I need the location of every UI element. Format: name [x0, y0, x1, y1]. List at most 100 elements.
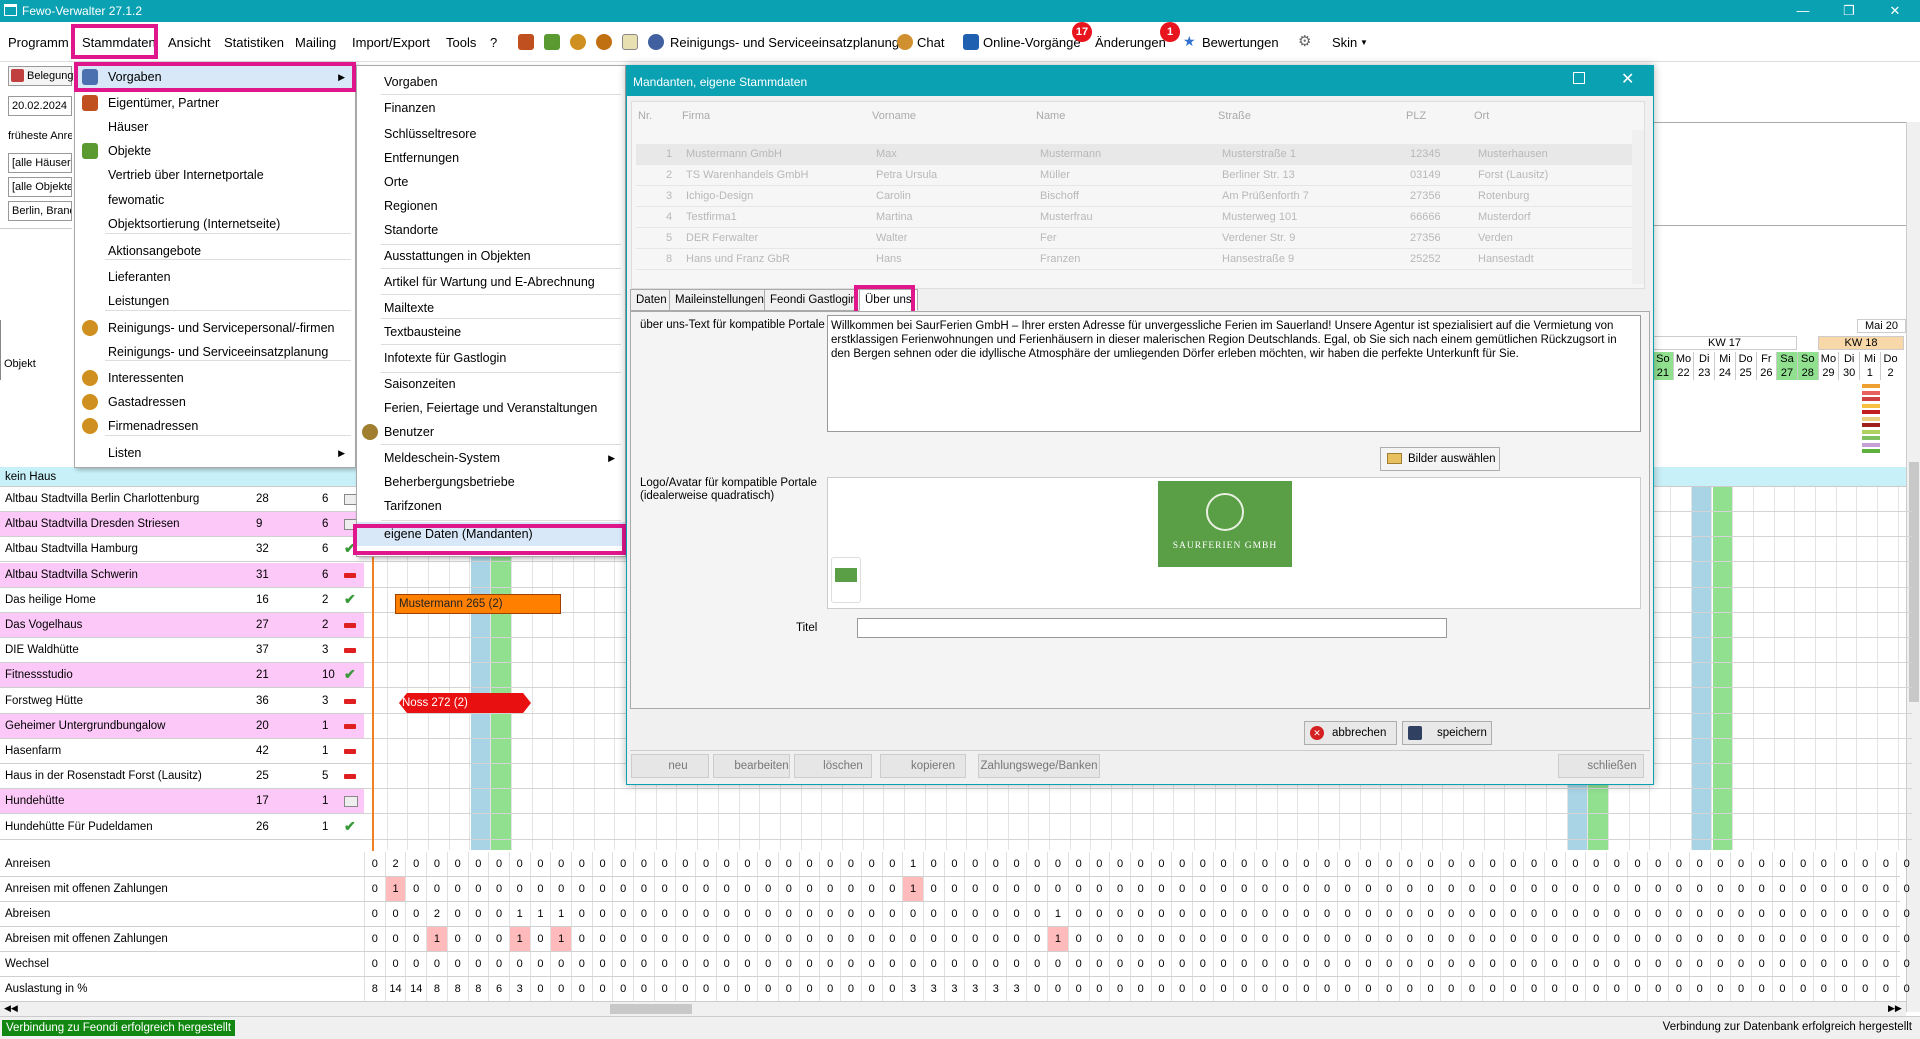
chat-icon[interactable] — [897, 34, 913, 50]
schliessen-button[interactable]: schließen — [1558, 754, 1644, 778]
dialog-close-button[interactable]: ✕ — [1621, 69, 1634, 89]
table-row[interactable]: Forstweg Hütte 36 3 — [0, 688, 364, 714]
booking-mustermann[interactable]: Mustermann 265 (2) — [395, 594, 561, 614]
menu-statistiken[interactable]: Statistiken — [224, 35, 284, 50]
mandant-row[interactable]: 5 DER Ferwalter Walter Fer Verdener Str. 9 27… — [636, 228, 1636, 249]
submenu-item[interactable]: Standorte — [357, 218, 625, 242]
loeschen-button[interactable]: löschen — [794, 754, 872, 778]
scroll-left-icon[interactable]: ◀◀ — [4, 1003, 18, 1014]
menu-item-reinigungs-und-servicepersonal-firmen[interactable]: Reinigungs- und Servicepersonal/-firmen — [75, 316, 355, 340]
user-key-icon[interactable] — [518, 34, 534, 50]
scroll-right-icon[interactable]: ▶▶ — [1888, 1003, 1902, 1014]
tab-daten[interactable]: Daten — [630, 289, 673, 311]
submenu-item[interactable]: Finanzen — [357, 96, 625, 120]
notepad-icon[interactable] — [622, 34, 638, 50]
menu-bewertungen[interactable]: Bewertungen — [1202, 35, 1279, 50]
table-scrollbar[interactable] — [1632, 130, 1644, 284]
submenu-item[interactable]: Mailtexte — [357, 296, 625, 320]
house-icon[interactable] — [544, 34, 560, 50]
kopieren-button[interactable]: kopieren — [880, 754, 966, 778]
menu-item-fewomatic[interactable]: fewomatic — [75, 188, 355, 212]
table-row[interactable]: Altbau Stadtvilla Berlin Charlottenburg 2… — [0, 487, 364, 512]
submenu-item[interactable]: Benutzer — [357, 420, 625, 444]
mandant-row[interactable]: 3 Ichigo-Design Carolin Bischoff Am Prüßenfo… — [636, 186, 1636, 207]
neu-button[interactable]: neu — [631, 754, 709, 778]
mandant-row[interactable]: 1 Mustermann GmbH Max Mustermann Musterstraß… — [636, 144, 1636, 165]
person-orange-icon[interactable] — [596, 34, 612, 50]
submenu-item[interactable]: Textbausteine — [357, 320, 625, 344]
table-row[interactable]: Altbau Stadtvilla Schwerin 31 6 — [0, 562, 364, 588]
submenu-item[interactable]: Ferien, Feiertage und Veranstaltungen — [357, 396, 625, 420]
submenu-item[interactable]: Regionen — [357, 194, 625, 218]
menu-programm[interactable]: Programm — [8, 35, 69, 50]
about-textarea[interactable]: Willkommen bei SaurFerien GmbH – Ihrer e… — [827, 315, 1641, 432]
menu-item-eigent-mer-partner[interactable]: Eigentümer, Partner — [75, 91, 355, 115]
table-row[interactable]: Hundehütte 17 1 — [0, 789, 364, 815]
tab-maileinstellungen[interactable]: Maileinstellungen — [669, 289, 770, 311]
objekte-select[interactable]: [alle Objekte] — [8, 177, 72, 197]
submenu-item[interactable]: Beherbergungsbetriebe — [357, 470, 625, 494]
submenu-item[interactable]: Saisonzeiten — [357, 372, 625, 396]
date-field[interactable]: 20.02.2024 — [8, 96, 72, 116]
menu-ansicht[interactable]: Ansicht — [168, 35, 211, 50]
star-icon[interactable]: ★ — [1183, 33, 1196, 50]
menu-online-vorgaenge[interactable]: Online-Vorgänge — [983, 35, 1081, 50]
submenu-item[interactable]: Schlüsseltresore — [357, 122, 625, 146]
zahlungswege-button[interactable]: Zahlungswege/Banken — [978, 754, 1100, 778]
menu-tools[interactable]: Tools — [446, 35, 476, 50]
scrollbar-thumb[interactable] — [610, 1004, 692, 1014]
bilder-auswaehlen-button[interactable]: Bilder auswählen — [1380, 447, 1500, 471]
mandanten-table[interactable]: Nr. Firma Vorname Name Straße PLZ Ort 1 M… — [631, 101, 1645, 289]
table-row[interactable]: Hundehütte Für Pudeldamen 26 1 ✔ — [0, 814, 364, 840]
menu-item-lieferanten[interactable]: Lieferanten — [75, 265, 355, 289]
menu-item-gastadressen[interactable]: Gastadressen — [75, 390, 355, 414]
gear-icon[interactable]: ⚙ — [1298, 32, 1311, 50]
menu-skin[interactable]: Skin — [1332, 35, 1357, 50]
booking-noss[interactable]: Noss 272 (2) — [399, 693, 531, 713]
chevron-down-icon[interactable]: ▼ — [1360, 38, 1368, 47]
bearbeiten-button[interactable]: bearbeiten — [713, 754, 790, 778]
abbrechen-button[interactable]: ✕ abbrechen — [1304, 721, 1397, 745]
close-window-button[interactable]: ✕ — [1872, 0, 1918, 22]
submenu-item[interactable]: Entfernungen — [357, 146, 625, 170]
mandant-row[interactable]: 2 TS Warenhandels GmbH Petra Ursula Müller B… — [636, 165, 1636, 186]
speichern-button[interactable]: speichern — [1402, 721, 1492, 745]
tab-feondi-gastlogin[interactable]: Feondi Gastlogin — [764, 289, 863, 311]
mandant-row[interactable]: 4 Testfirma1 Martina Musterfrau Musterweg 10… — [636, 207, 1636, 228]
mandant-row[interactable]: 8 Hans und Franz GbR Hans Franzen Hansestraß… — [636, 249, 1636, 270]
menu-item-vertrieb-ber-internetportale[interactable]: Vertrieb über Internetportale — [75, 163, 355, 187]
menu-item-h-user[interactable]: Häuser — [75, 115, 355, 139]
horizontal-scrollbar[interactable]: ◀◀ ▶▶ — [0, 1001, 1906, 1016]
submenu-item[interactable]: Orte — [357, 170, 625, 194]
submenu-item[interactable]: Meldeschein-System ▶ — [357, 446, 625, 470]
table-row[interactable]: DIE Waldhütte 37 3 — [0, 638, 364, 664]
menu-item-interessenten[interactable]: Interessenten — [75, 366, 355, 390]
logo-thumbnail[interactable] — [831, 557, 861, 603]
logo-area[interactable]: SAURFERIEN GMBH — [827, 477, 1641, 609]
table-row[interactable]: Altbau Stadtvilla Hamburg 32 6 ✔ — [0, 537, 364, 563]
table-row[interactable]: Geheimer Untergrundbungalow 20 1 — [0, 713, 364, 739]
menu-chat[interactable]: Chat — [917, 35, 944, 50]
menu-item-listen[interactable]: Listen ▶ — [75, 441, 355, 465]
menu-help[interactable]: ? — [490, 35, 497, 50]
submenu-item[interactable]: Ausstattungen in Objekten — [357, 244, 625, 268]
submenu-item[interactable]: Artikel für Wartung und E-Abrechnung — [357, 270, 625, 294]
person-icon[interactable] — [570, 34, 586, 50]
submenu-item[interactable]: Infotexte für Gastlogin — [357, 346, 625, 370]
submenu-item[interactable]: Tarifzonen — [357, 494, 625, 518]
online-icon[interactable] — [963, 34, 979, 50]
minimize-button[interactable]: — — [1780, 0, 1826, 22]
table-row[interactable]: Hasenfarm 42 1 — [0, 739, 364, 764]
submenu-item[interactable]: Vorgaben — [357, 70, 625, 94]
menu-aenderungen[interactable]: Änderungen — [1095, 35, 1166, 50]
table-row[interactable]: Altbau Stadtvilla Dresden Striesen 9 6 — [0, 512, 364, 538]
dialog-maximize-button[interactable] — [1573, 72, 1585, 84]
menu-import-export[interactable]: Import/Export — [352, 35, 430, 50]
table-row[interactable]: Haus in der Rosenstadt Forst (Lausitz) 25… — [0, 764, 364, 790]
table-row[interactable]: Das Vogelhaus 27 2 — [0, 613, 364, 638]
belegung-tab[interactable]: Belegung — [8, 66, 74, 86]
region-select[interactable]: Berlin, Brande — [8, 201, 72, 221]
worker-icon[interactable] — [648, 34, 664, 50]
maximize-button[interactable]: ❐ — [1826, 0, 1872, 22]
titel-input[interactable] — [857, 618, 1447, 638]
